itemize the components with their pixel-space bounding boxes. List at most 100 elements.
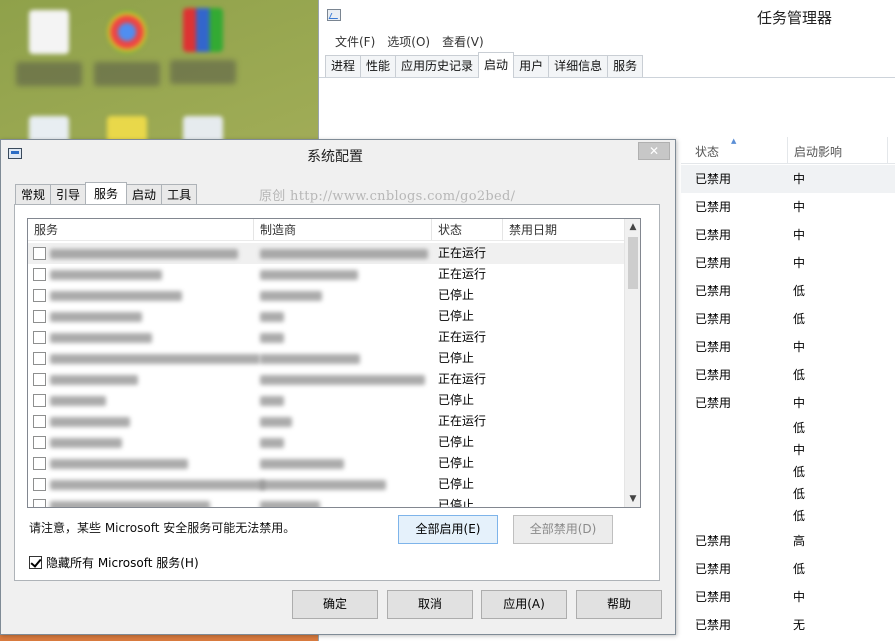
- tab-app-history[interactable]: 应用历史记录: [395, 55, 480, 77]
- redacted-manufacturer: [260, 480, 386, 490]
- tab-performance[interactable]: 性能: [360, 55, 397, 77]
- desktop-shortcut[interactable]: [16, 10, 82, 86]
- service-checkbox[interactable]: [33, 352, 46, 365]
- desktop-shortcut[interactable]: [94, 10, 160, 86]
- ok-button[interactable]: 确定: [292, 590, 378, 619]
- redacted-manufacturer: [260, 375, 425, 385]
- startup-impact: 中: [793, 200, 806, 214]
- close-button[interactable]: ✕: [638, 142, 670, 160]
- column-header-status[interactable]: 状态: [432, 219, 503, 240]
- redacted-service-name: [50, 375, 138, 385]
- tab-services[interactable]: 服务: [85, 182, 128, 206]
- help-button[interactable]: 帮助: [576, 590, 662, 619]
- redacted-service-name: [50, 501, 210, 507]
- cancel-button[interactable]: 取消: [387, 590, 473, 619]
- apply-button[interactable]: 应用(A): [481, 590, 567, 619]
- startup-row[interactable]: 已禁用 高: [681, 527, 895, 555]
- startup-row[interactable]: 已禁用 中: [681, 333, 895, 361]
- service-checkbox[interactable]: [33, 268, 46, 281]
- service-status: 已停止: [438, 477, 475, 491]
- tab-startup[interactable]: 启动: [478, 52, 515, 78]
- service-row[interactable]: 正在运行: [28, 327, 624, 348]
- column-header-status[interactable]: ▲ 状态: [681, 137, 788, 163]
- service-row[interactable]: 正在运行: [28, 243, 624, 264]
- tab-processes[interactable]: 进程: [325, 55, 362, 77]
- column-header-status-label: 状态: [695, 145, 720, 159]
- startup-row[interactable]: 已禁用 低: [681, 555, 895, 583]
- column-header-service[interactable]: 服务: [28, 219, 254, 240]
- scroll-up-icon[interactable]: ▲: [625, 219, 640, 235]
- task-manager-titlebar[interactable]: 任务管理器: [319, 0, 895, 30]
- menu-options[interactable]: 选项(O): [381, 33, 436, 50]
- scroll-down-icon[interactable]: ▼: [625, 491, 640, 507]
- tab-startup[interactable]: 启动: [126, 184, 163, 205]
- service-row[interactable]: 已停止: [28, 495, 624, 507]
- column-header-manufacturer[interactable]: 制造商: [254, 219, 432, 240]
- service-row[interactable]: 已停止: [28, 432, 624, 453]
- service-row[interactable]: 已停止: [28, 390, 624, 411]
- redacted-manufacturer: [260, 354, 360, 364]
- startup-row[interactable]: 低: [681, 502, 895, 530]
- service-checkbox[interactable]: [33, 457, 46, 470]
- service-row[interactable]: 已停止: [28, 453, 624, 474]
- startup-row[interactable]: 已禁用 中: [681, 249, 895, 277]
- tab-services[interactable]: 服务: [607, 55, 644, 77]
- startup-row[interactable]: 已禁用 低: [681, 305, 895, 333]
- checkbox-checked-icon[interactable]: [29, 556, 42, 569]
- startup-row[interactable]: 已禁用 中: [681, 193, 895, 221]
- startup-row[interactable]: 已禁用 中: [681, 165, 895, 193]
- service-row[interactable]: 已停止: [28, 306, 624, 327]
- service-row[interactable]: 正在运行: [28, 411, 624, 432]
- security-notice: 请注意，某些 Microsoft 安全服务可能无法禁用。: [29, 521, 296, 535]
- redacted-service-name: [50, 291, 182, 301]
- disable-all-button[interactable]: 全部禁用(D): [513, 515, 613, 544]
- service-checkbox[interactable]: [33, 499, 46, 507]
- enable-all-button[interactable]: 全部启用(E): [398, 515, 498, 544]
- menu-file[interactable]: 文件(F): [329, 33, 381, 50]
- startup-row[interactable]: 已禁用 中: [681, 221, 895, 249]
- desktop-shortcut-label: [94, 62, 160, 86]
- desktop-shortcut-label: [170, 60, 236, 84]
- redacted-service-name: [50, 312, 142, 322]
- service-row[interactable]: 已停止: [28, 348, 624, 369]
- column-header-startup-impact[interactable]: 启动影响: [788, 137, 888, 163]
- startup-impact: 中: [793, 256, 806, 270]
- service-checkbox[interactable]: [33, 247, 46, 260]
- tab-details[interactable]: 详细信息: [548, 55, 609, 77]
- service-checkbox[interactable]: [33, 331, 46, 344]
- vertical-scrollbar[interactable]: ▲ ▼: [624, 219, 640, 507]
- service-row[interactable]: 正在运行: [28, 264, 624, 285]
- task-manager-icon: [327, 9, 341, 21]
- scrollbar-thumb[interactable]: [628, 237, 638, 289]
- column-header-date-disabled[interactable]: 禁用日期: [503, 219, 603, 240]
- service-status: 正在运行: [438, 330, 487, 344]
- desktop-shortcut[interactable]: [170, 8, 236, 84]
- service-checkbox[interactable]: [33, 289, 46, 302]
- startup-row[interactable]: 已禁用 无: [681, 611, 895, 639]
- tab-boot[interactable]: 引导: [50, 184, 87, 205]
- service-checkbox[interactable]: [33, 436, 46, 449]
- service-checkbox[interactable]: [33, 415, 46, 428]
- tab-tools[interactable]: 工具: [161, 184, 198, 205]
- dialog-titlebar[interactable]: 系统配置 ✕: [1, 140, 675, 169]
- startup-row[interactable]: 已禁用 中: [681, 583, 895, 611]
- desktop-shortcut-label: [16, 62, 82, 86]
- menu-view[interactable]: 查看(V): [436, 33, 490, 50]
- hide-microsoft-services-checkbox[interactable]: 隐藏所有 Microsoft 服务(H): [29, 554, 199, 571]
- tab-users[interactable]: 用户: [513, 55, 550, 77]
- service-row[interactable]: 正在运行: [28, 369, 624, 390]
- taskbar-edge: [0, 635, 318, 641]
- service-row[interactable]: 已停止: [28, 474, 624, 495]
- service-row[interactable]: 已停止: [28, 285, 624, 306]
- startup-row[interactable]: 已禁用 中: [681, 389, 895, 417]
- tab-general[interactable]: 常规: [15, 184, 52, 205]
- service-checkbox[interactable]: [33, 394, 46, 407]
- startup-row[interactable]: 已禁用 低: [681, 277, 895, 305]
- service-status: 正在运行: [438, 372, 487, 386]
- service-checkbox[interactable]: [33, 478, 46, 491]
- service-checkbox[interactable]: [33, 310, 46, 323]
- watermark: 原创 http://www.cnblogs.com/go2bed/: [259, 189, 516, 204]
- redacted-manufacturer: [260, 249, 428, 259]
- startup-row[interactable]: 已禁用 低: [681, 361, 895, 389]
- service-checkbox[interactable]: [33, 373, 46, 386]
